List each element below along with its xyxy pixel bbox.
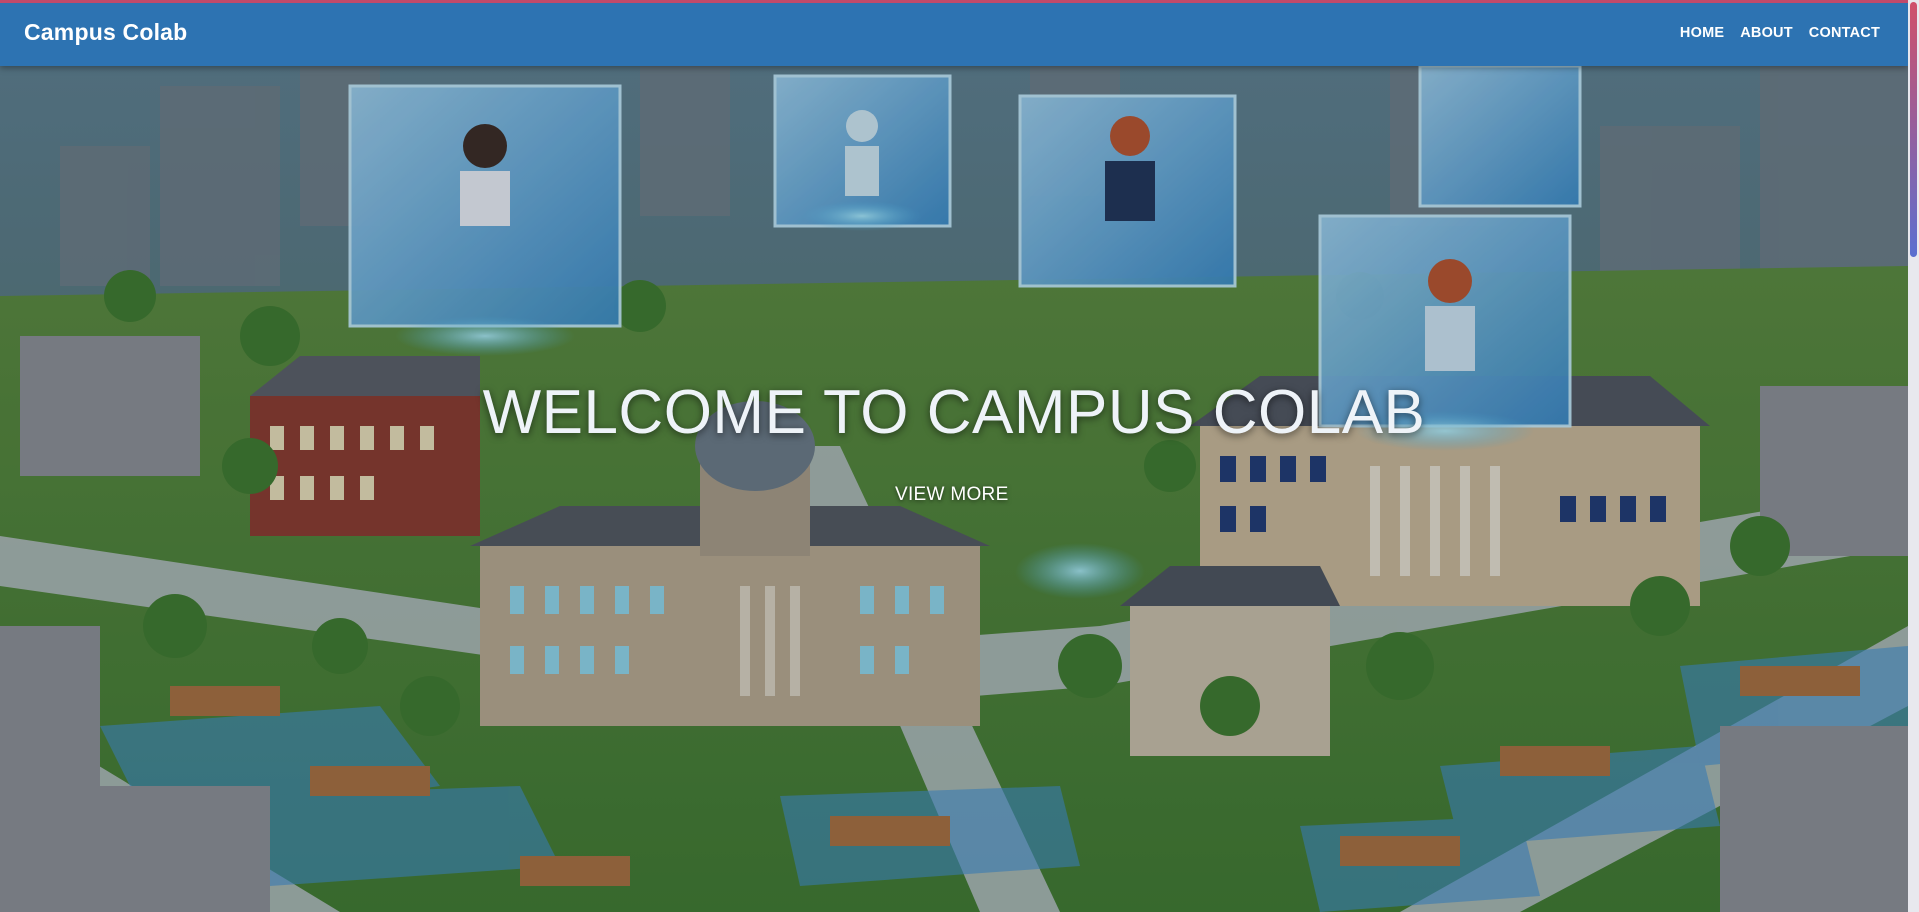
nav-link-contact[interactable]: CONTACT [1809, 25, 1880, 41]
brand-logo-link[interactable]: Campus Colab [24, 19, 187, 46]
top-accent-strip [0, 0, 1919, 3]
scrollbar-thumb[interactable] [1910, 2, 1917, 257]
nav-link-about[interactable]: ABOUT [1740, 25, 1793, 41]
view-more-button[interactable]: VIEW MORE [895, 484, 1009, 506]
page-scrollbar[interactable] [1908, 0, 1919, 912]
hero-title: WELCOME TO CAMPUS COLAB [482, 378, 1426, 447]
navbar: Campus Colab HOME ABOUT CONTACT [0, 0, 1908, 66]
nav-link-home[interactable]: HOME [1680, 25, 1724, 41]
nav-links: HOME ABOUT CONTACT [1680, 25, 1880, 41]
hero-section: WELCOME TO CAMPUS COLAB VIEW MORE [0, 66, 1908, 912]
